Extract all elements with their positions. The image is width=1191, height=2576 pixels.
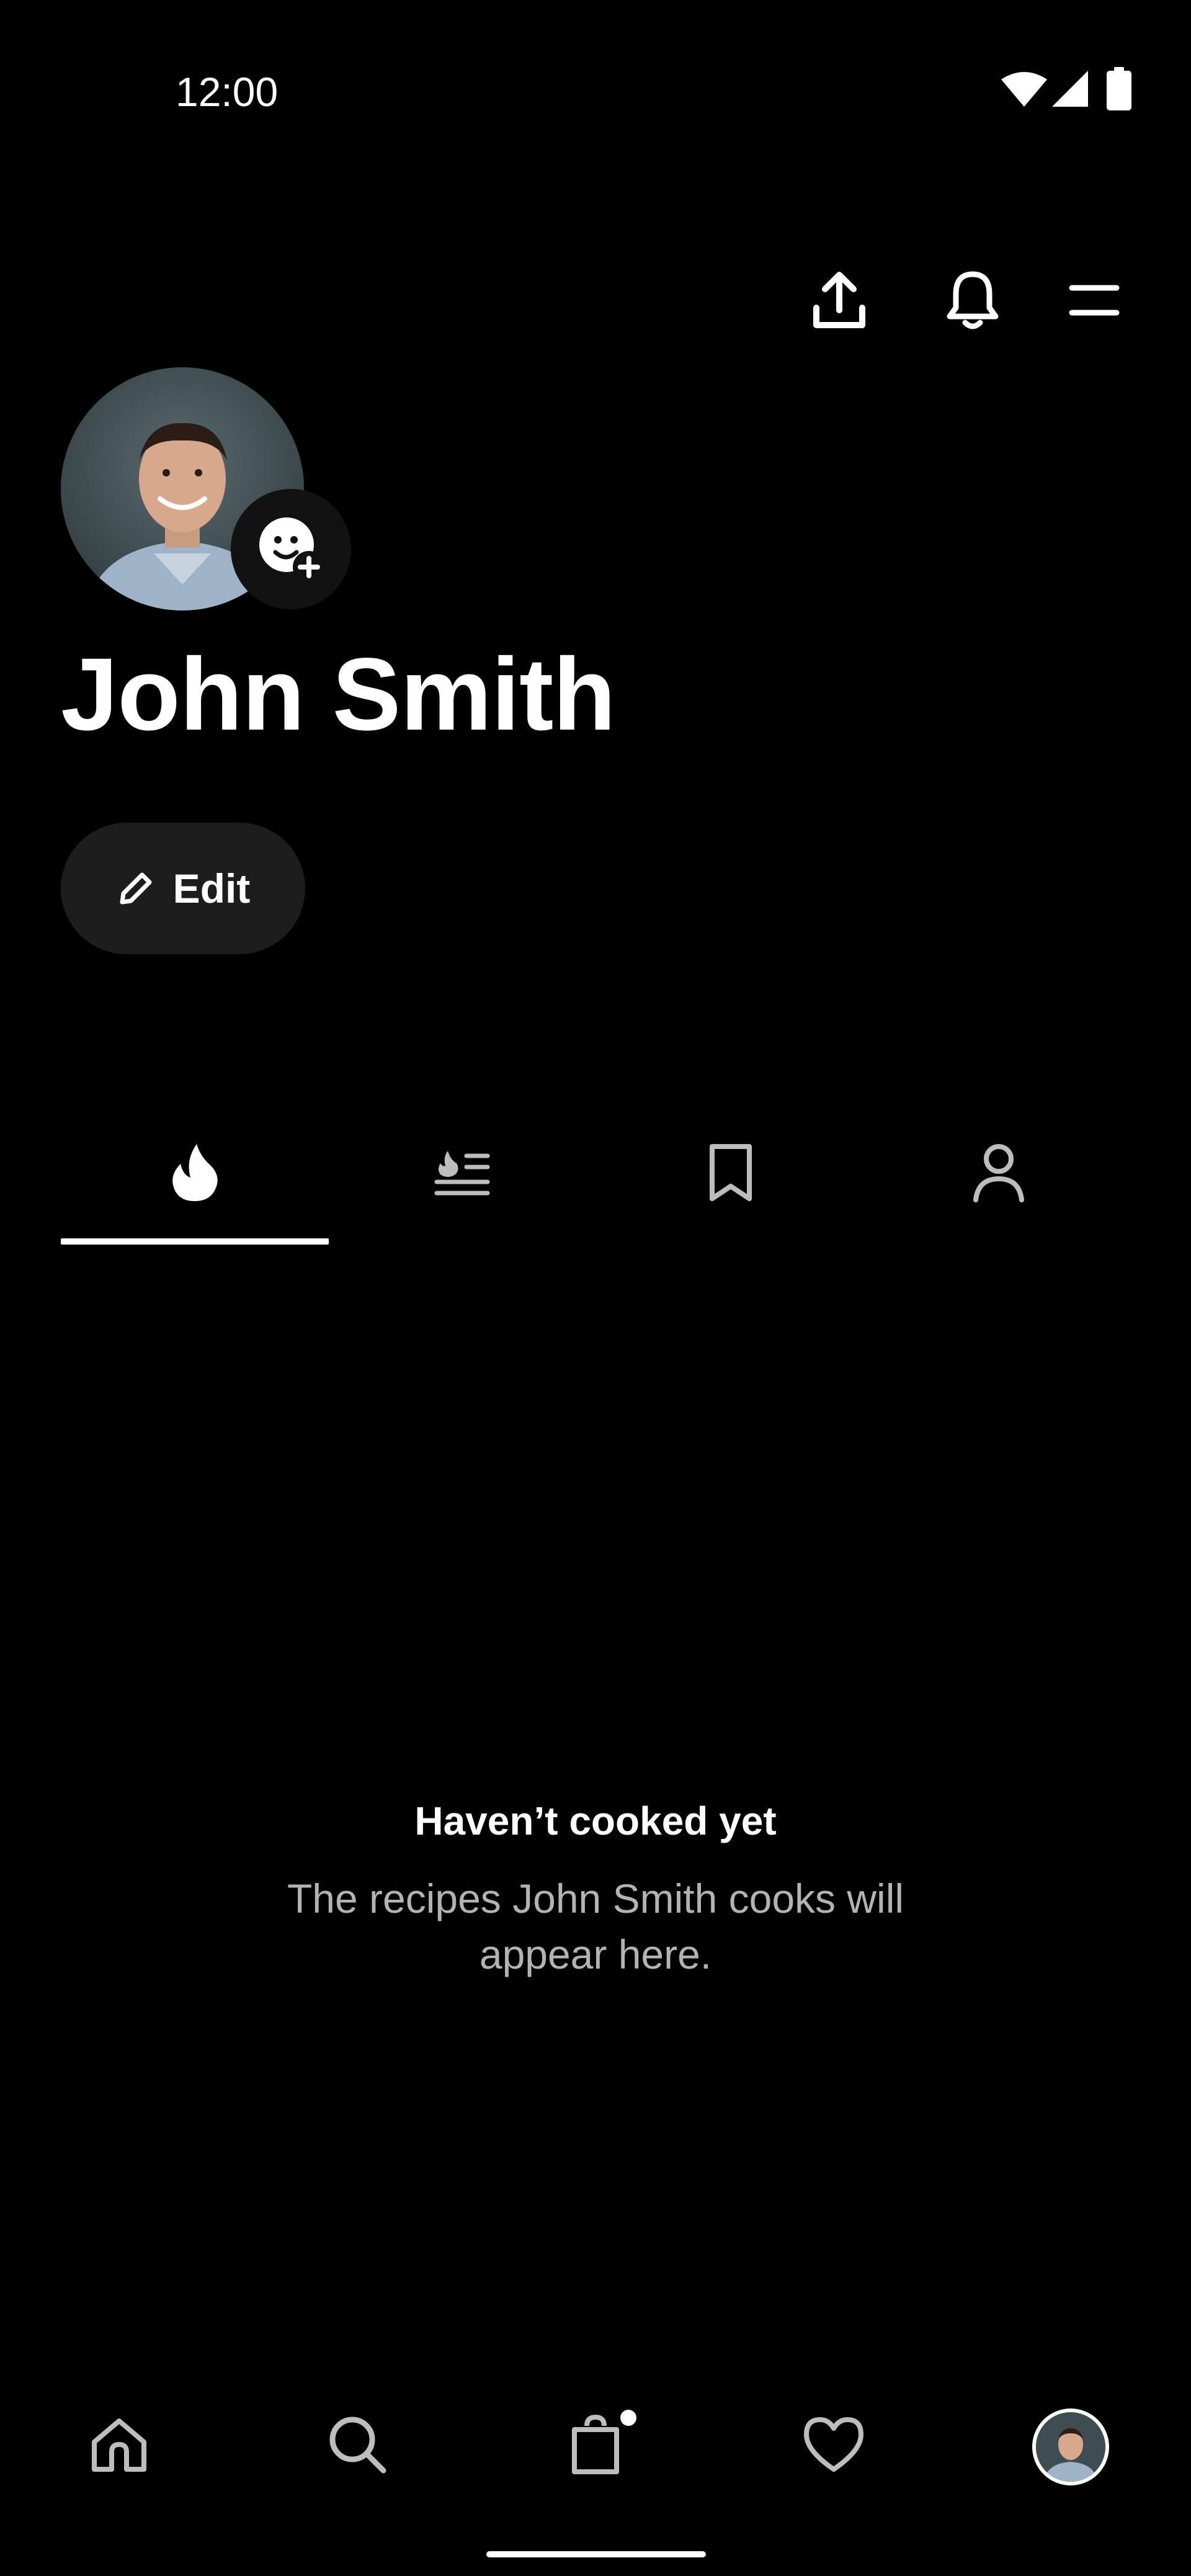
cooked-list-icon xyxy=(434,1151,490,1196)
tab-cooked[interactable] xyxy=(61,1104,329,1241)
search-icon xyxy=(329,2417,386,2474)
profile-avatar-photo xyxy=(1036,2412,1105,2482)
empty-state-message: The recipes John Smith cooks will appear… xyxy=(287,1876,904,1977)
status-time: 12:00 xyxy=(176,69,279,115)
shopping-bag-icon xyxy=(572,2414,619,2474)
signal-icon xyxy=(1052,71,1088,107)
battery-icon xyxy=(1107,67,1131,110)
add-avatar-icon xyxy=(259,517,325,583)
nav-favorites[interactable] xyxy=(765,2376,902,2513)
heart-icon xyxy=(804,2417,863,2472)
menu-button[interactable] xyxy=(1057,263,1131,338)
menu-icon xyxy=(1069,285,1120,316)
change-avatar-button[interactable] xyxy=(231,489,351,609)
nav-home[interactable] xyxy=(51,2376,187,2513)
bookmark-icon xyxy=(710,1144,752,1201)
person-icon xyxy=(973,1144,1024,1202)
home-indicator[interactable] xyxy=(486,2551,706,2557)
nav-shopping[interactable] xyxy=(527,2376,664,2513)
cart-badge xyxy=(620,2410,636,2426)
tab-saved[interactable] xyxy=(597,1104,865,1241)
bell-icon xyxy=(947,271,999,329)
empty-state-title: Haven’t cooked yet xyxy=(414,1799,777,1843)
profile-name: John Smith xyxy=(61,637,616,752)
notifications-button[interactable] xyxy=(935,263,1010,338)
nav-search[interactable] xyxy=(289,2376,426,2513)
flame-icon xyxy=(172,1144,218,1201)
edit-label: Edit xyxy=(172,865,251,911)
tab-selected-indicator xyxy=(61,1238,329,1245)
home-icon xyxy=(92,2418,146,2472)
share-icon xyxy=(813,272,865,328)
nav-profile-avatar[interactable] xyxy=(1032,2408,1109,2485)
tab-following[interactable] xyxy=(865,1104,1133,1241)
tab-cook-log[interactable] xyxy=(329,1104,597,1241)
edit-profile-button[interactable]: Edit xyxy=(61,823,305,954)
pencil-icon xyxy=(120,872,152,905)
wifi-icon xyxy=(1001,72,1047,107)
share-button[interactable] xyxy=(802,263,877,338)
